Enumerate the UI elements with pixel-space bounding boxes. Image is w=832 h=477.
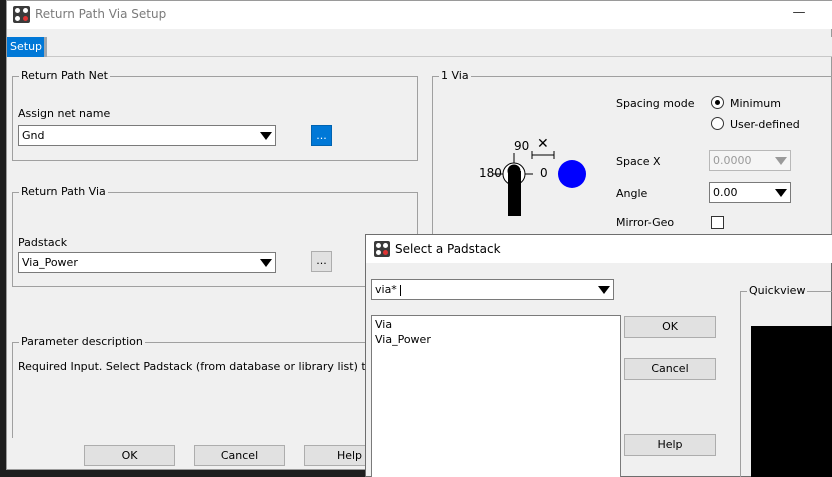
angle-label-0: 0	[540, 166, 548, 180]
padstack-filter-input[interactable]: via*	[371, 279, 614, 300]
parameter-description-text: Required Input. Select Padstack (from da…	[18, 360, 396, 373]
padstack-ok-button[interactable]: OK	[624, 316, 716, 338]
dialog-title-bar: Select a Padstack	[366, 235, 832, 263]
chevron-down-icon	[775, 189, 787, 197]
padstack-label: Padstack	[18, 236, 68, 249]
chevron-down-icon	[260, 132, 272, 140]
chevron-down-icon	[775, 157, 787, 165]
net-name-select[interactable]: Gnd	[18, 125, 276, 146]
group-title: Return Path Net	[19, 69, 110, 82]
app-icon	[13, 6, 30, 23]
padstack-cancel-button[interactable]: Cancel	[624, 358, 716, 380]
angle-label: Angle	[616, 187, 648, 200]
spacing-minimum-radio[interactable]	[711, 96, 724, 109]
space-x-select[interactable]: 0.0000	[709, 150, 791, 171]
net-name-value: Gnd	[22, 129, 45, 142]
via-trace	[508, 171, 521, 216]
padstack-browse-button[interactable]: ...	[311, 251, 332, 272]
parameter-description-group: Parameter description Required Input. Se…	[12, 335, 418, 438]
list-item[interactable]: Via_Power	[375, 333, 431, 346]
padstack-listbox[interactable]: Via Via_Power	[371, 315, 621, 477]
net-browse-button[interactable]: ...	[311, 125, 332, 146]
padstack-value: Via_Power	[22, 256, 78, 269]
text-cursor	[400, 284, 402, 296]
via-panel-group: 1 Via 90 180 0 ✕ Spacing mode Minimum Us…	[432, 69, 832, 236]
spacing-user-defined-label: User-defined	[730, 118, 800, 131]
mirror-geo-checkbox[interactable]	[711, 216, 724, 229]
title-bar: Return Path Via Setup —	[7, 1, 832, 29]
group-title: Return Path Via	[19, 185, 108, 198]
assign-net-name-label: Assign net name	[18, 107, 111, 120]
group-title: Quickview	[747, 284, 808, 297]
angle-value: 0.00	[713, 186, 738, 199]
tab-setup[interactable]: Setup	[7, 37, 47, 57]
dialog-title: Select a Padstack	[395, 242, 501, 256]
select-padstack-dialog: Select a Padstack via* Via Via_Power OK …	[365, 234, 832, 477]
spacing-minimum-label: Minimum	[730, 97, 781, 110]
spacing-user-defined-radio[interactable]	[711, 117, 724, 130]
group-title: 1 Via	[439, 69, 471, 82]
spacing-mode-label: Spacing mode	[616, 97, 695, 110]
angle-label-180: 180	[479, 166, 502, 180]
chevron-down-icon	[260, 259, 272, 267]
space-x-value: 0.0000	[713, 154, 752, 167]
chevron-down-icon	[598, 286, 610, 294]
app-icon	[374, 241, 390, 257]
group-title: Parameter description	[19, 335, 145, 348]
ok-button[interactable]: OK	[84, 445, 175, 466]
padstack-select[interactable]: Via_Power	[18, 252, 276, 273]
mirror-geo-label: Mirror-Geo	[616, 216, 675, 229]
list-item[interactable]: Via	[375, 318, 392, 331]
spacing-x-mark-icon: ✕	[537, 136, 549, 152]
angle-label-90: 90	[514, 139, 530, 153]
quickview-preview	[751, 326, 832, 477]
via-dot	[558, 160, 586, 188]
return-path-net-group: Return Path Net Assign net name Gnd ...	[12, 69, 418, 161]
minimize-button[interactable]: —	[787, 5, 811, 23]
space-x-label: Space X	[616, 155, 661, 168]
tab-strip	[7, 37, 832, 57]
padstack-help-button[interactable]: Help	[624, 434, 716, 456]
return-path-via-group: Return Path Via Padstack Via_Power ...	[12, 185, 418, 287]
cancel-button[interactable]: Cancel	[194, 445, 285, 466]
via-trace-cap	[507, 164, 521, 178]
padstack-filter-value: via*	[375, 283, 397, 296]
window-title: Return Path Via Setup	[35, 7, 167, 21]
angle-select[interactable]: 0.00	[709, 182, 791, 203]
